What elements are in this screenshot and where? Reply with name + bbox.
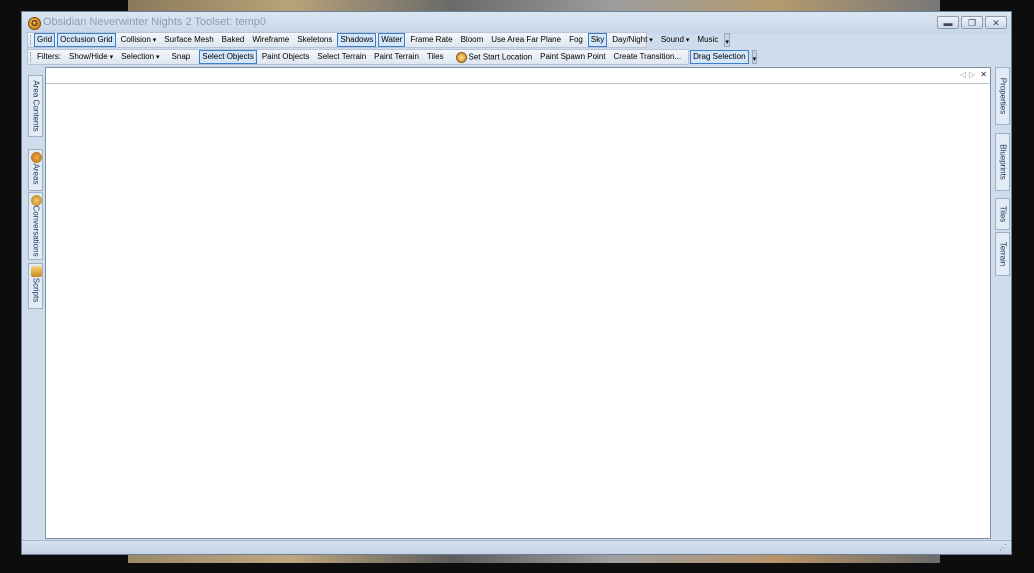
- scroll-left-icon[interactable]: ◁: [960, 70, 966, 79]
- grid-toggle[interactable]: Grid: [34, 33, 56, 47]
- minimize-icon: ▬: [943, 18, 953, 28]
- bloom-toggle[interactable]: Bloom: [458, 33, 487, 47]
- day-night-dropdown[interactable]: Day/Night: [609, 33, 656, 48]
- toolbar-grip[interactable]: [30, 35, 31, 45]
- restore-icon: ❐: [967, 18, 977, 28]
- music-toggle[interactable]: Music: [694, 33, 721, 47]
- show-hide-dropdown[interactable]: Show/Hide: [66, 50, 116, 65]
- paint-spawn-point-button[interactable]: Paint Spawn Point: [537, 50, 608, 64]
- tab-scripts-label: Scripts: [31, 278, 40, 303]
- wireframe-toggle[interactable]: Wireframe: [249, 33, 292, 47]
- nwn2-toolset-icon[interactable]: ✪: [28, 17, 41, 30]
- close-document-icon[interactable]: ✕: [980, 70, 987, 79]
- scripts-icon: [31, 266, 42, 277]
- close-icon: ✕: [992, 18, 1000, 28]
- close-button[interactable]: ✕: [985, 16, 1007, 29]
- tab-tiles[interactable]: Tiles: [995, 198, 1010, 230]
- tab-blueprints[interactable]: Blueprints: [995, 133, 1010, 191]
- set-start-location-label: Set Start Location: [468, 52, 533, 62]
- start-location-icon: [455, 51, 467, 63]
- tab-terrain[interactable]: Terrain: [995, 232, 1010, 276]
- toolbar-overflow-icon[interactable]: ▾: [751, 50, 758, 64]
- toolbar-grip[interactable]: [30, 52, 31, 62]
- scroll-right-icon[interactable]: ▷: [969, 70, 975, 79]
- tab-areas[interactable]: Areas: [28, 149, 43, 191]
- select-terrain-button[interactable]: Select Terrain: [314, 50, 369, 64]
- toolbar-overflow-icon[interactable]: ▾: [724, 33, 730, 47]
- areas-icon: [31, 152, 42, 163]
- tab-area-contents-label: Area Contents: [31, 80, 40, 132]
- selection-dropdown[interactable]: Selection: [118, 50, 162, 65]
- paint-terrain-button[interactable]: Paint Terrain: [371, 50, 422, 64]
- paint-objects-button[interactable]: Paint Objects: [259, 50, 313, 64]
- fog-toggle[interactable]: Fog: [566, 33, 586, 47]
- tab-conversations[interactable]: Conversations: [28, 192, 43, 260]
- create-transition-button[interactable]: Create Transition...: [610, 50, 684, 64]
- tab-conversations-label: Conversations: [31, 205, 40, 257]
- tab-tiles-label: Tiles: [998, 205, 1007, 223]
- view-toolbar: Grid Occlusion Grid Collision Surface Me…: [27, 32, 730, 48]
- collision-dropdown[interactable]: Collision: [118, 33, 160, 48]
- tab-scripts[interactable]: Scripts: [28, 263, 43, 309]
- tab-area-contents[interactable]: Area Contents: [28, 75, 43, 137]
- right-dock-bar: Properties Blueprints Tiles Terrain: [993, 67, 1010, 539]
- title-bar[interactable]: ✪ Obsidian Neverwinter Nights 2 Toolset:…: [22, 12, 1011, 34]
- status-bar: ⋰: [22, 540, 1011, 554]
- filters-label: Filters:: [37, 52, 61, 61]
- sound-dropdown[interactable]: Sound: [658, 33, 693, 48]
- use-area-far-plane-toggle[interactable]: Use Area Far Plane: [488, 33, 564, 47]
- minimize-button[interactable]: ▬: [937, 16, 959, 29]
- select-objects-button[interactable]: Select Objects: [199, 50, 257, 64]
- restore-button[interactable]: ❐: [961, 16, 983, 29]
- tiles-button[interactable]: Tiles: [424, 50, 447, 64]
- conversations-icon: [31, 195, 42, 206]
- window-title: Obsidian Neverwinter Nights 2 Toolset: t…: [43, 16, 266, 28]
- tab-terrain-label: Terrain: [998, 241, 1007, 267]
- tab-blueprints-label: Blueprints: [998, 144, 1007, 180]
- baked-toggle[interactable]: Baked: [219, 33, 248, 47]
- resize-grip-icon[interactable]: ⋰: [999, 543, 1007, 552]
- surface-mesh-toggle[interactable]: Surface Mesh: [161, 33, 216, 47]
- document-tab-strip: ◁ ▷ ✕: [46, 68, 990, 84]
- edit-toolbar: Filters: Show/Hide Selection Snap Select…: [27, 49, 758, 65]
- occlusion-grid-toggle[interactable]: Occlusion Grid: [57, 33, 116, 47]
- left-dock-bar: Area Contents Areas Conversations Script…: [26, 67, 44, 539]
- drag-selection-button[interactable]: Drag Selection: [690, 50, 749, 64]
- snap-button[interactable]: Snap: [169, 50, 194, 64]
- skeletons-toggle[interactable]: Skeletons: [294, 33, 335, 47]
- set-start-location-button[interactable]: Set Start Location: [453, 50, 536, 65]
- sky-toggle[interactable]: Sky: [587, 33, 608, 47]
- tab-properties[interactable]: Properties: [995, 67, 1010, 125]
- toolset-window: ✪ Obsidian Neverwinter Nights 2 Toolset:…: [21, 11, 1012, 555]
- water-toggle[interactable]: Water: [378, 33, 406, 47]
- tab-properties-label: Properties: [998, 77, 1007, 115]
- shadows-toggle[interactable]: Shadows: [337, 33, 377, 47]
- area-viewport[interactable]: ◁ ▷ ✕: [45, 67, 991, 539]
- tab-areas-label: Areas: [31, 163, 40, 185]
- frame-rate-toggle[interactable]: Frame Rate: [407, 33, 455, 47]
- workspace: Area Contents Areas Conversations Script…: [26, 67, 992, 539]
